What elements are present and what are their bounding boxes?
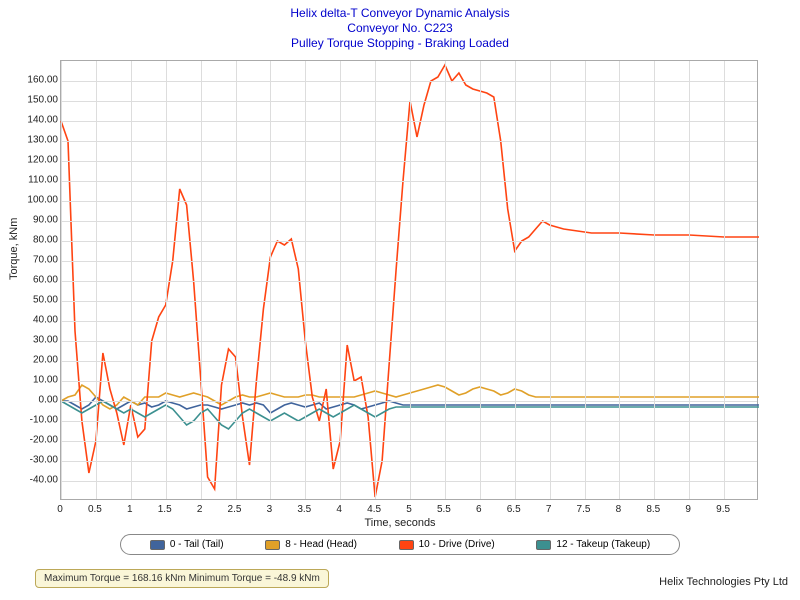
y-tick-label: 50.00 (8, 295, 58, 306)
x-tick-label: 5 (394, 504, 424, 515)
legend-label: 10 - Drive (Drive) (419, 539, 495, 550)
y-tick-label: 130.00 (8, 135, 58, 146)
y-tick-label: 140.00 (8, 115, 58, 126)
plot-area (60, 60, 758, 500)
legend-swatch (399, 540, 414, 550)
x-axis-label: Time, seconds (0, 517, 800, 529)
legend-item: 0 - Tail (Tail) (150, 539, 224, 550)
chart-titles: Helix delta-T Conveyor Dynamic Analysis … (0, 0, 800, 51)
y-tick-label: -20.00 (8, 435, 58, 446)
legend-swatch (150, 540, 165, 550)
x-tick-label: 9 (673, 504, 703, 515)
y-tick-label: 30.00 (8, 335, 58, 346)
x-tick-label: 0 (45, 504, 75, 515)
legend-swatch (536, 540, 551, 550)
x-tick-label: 8 (603, 504, 633, 515)
y-axis-label: Torque, kNm (8, 218, 20, 280)
legend-label: 0 - Tail (Tail) (170, 539, 224, 550)
y-tick-label: 110.00 (8, 175, 58, 186)
legend-item: 8 - Head (Head) (265, 539, 357, 550)
x-tick-label: 6 (464, 504, 494, 515)
y-tick-label: 70.00 (8, 255, 58, 266)
y-tick-label: 0.00 (8, 395, 58, 406)
legend-label: 8 - Head (Head) (285, 539, 357, 550)
status-readout: Maximum Torque = 168.16 kNm Minimum Torq… (35, 569, 329, 588)
y-tick-label: 10.00 (8, 375, 58, 386)
y-tick-label: 90.00 (8, 215, 58, 226)
x-tick-label: 7.5 (569, 504, 599, 515)
y-tick-label: 150.00 (8, 95, 58, 106)
y-tick-label: -30.00 (8, 455, 58, 466)
footer-company: Helix Technologies Pty Ltd (659, 576, 788, 588)
x-tick-label: 8.5 (638, 504, 668, 515)
x-tick-label: 3.5 (289, 504, 319, 515)
x-tick-label: 3 (254, 504, 284, 515)
x-tick-label: 6.5 (499, 504, 529, 515)
title-line-1: Helix delta-T Conveyor Dynamic Analysis (0, 6, 800, 21)
x-tick-label: 2.5 (220, 504, 250, 515)
legend-item: 10 - Drive (Drive) (399, 539, 495, 550)
y-tick-label: 20.00 (8, 355, 58, 366)
x-tick-label: 4.5 (359, 504, 389, 515)
x-tick-label: 2 (185, 504, 215, 515)
x-tick-label: 5.5 (429, 504, 459, 515)
legend: 0 - Tail (Tail) 8 - Head (Head) 10 - Drive… (120, 534, 680, 555)
legend-item: 12 - Takeup (Takeup) (536, 539, 650, 550)
title-line-2: Conveyor No. C223 (0, 21, 800, 36)
legend-label: 12 - Takeup (Takeup) (556, 539, 650, 550)
x-tick-label: 1.5 (150, 504, 180, 515)
y-tick-label: 80.00 (8, 235, 58, 246)
y-tick-label: 120.00 (8, 155, 58, 166)
x-tick-label: 4 (324, 504, 354, 515)
y-tick-label: 40.00 (8, 315, 58, 326)
title-line-3: Pulley Torque Stopping - Braking Loaded (0, 36, 800, 51)
y-tick-label: 160.00 (8, 75, 58, 86)
x-tick-label: 9.5 (708, 504, 738, 515)
y-tick-label: -10.00 (8, 415, 58, 426)
legend-swatch (265, 540, 280, 550)
x-tick-label: 0.5 (80, 504, 110, 515)
x-tick-label: 1 (115, 504, 145, 515)
y-tick-label: 60.00 (8, 275, 58, 286)
y-tick-label: -40.00 (8, 475, 58, 486)
y-tick-label: 100.00 (8, 195, 58, 206)
x-tick-label: 7 (534, 504, 564, 515)
